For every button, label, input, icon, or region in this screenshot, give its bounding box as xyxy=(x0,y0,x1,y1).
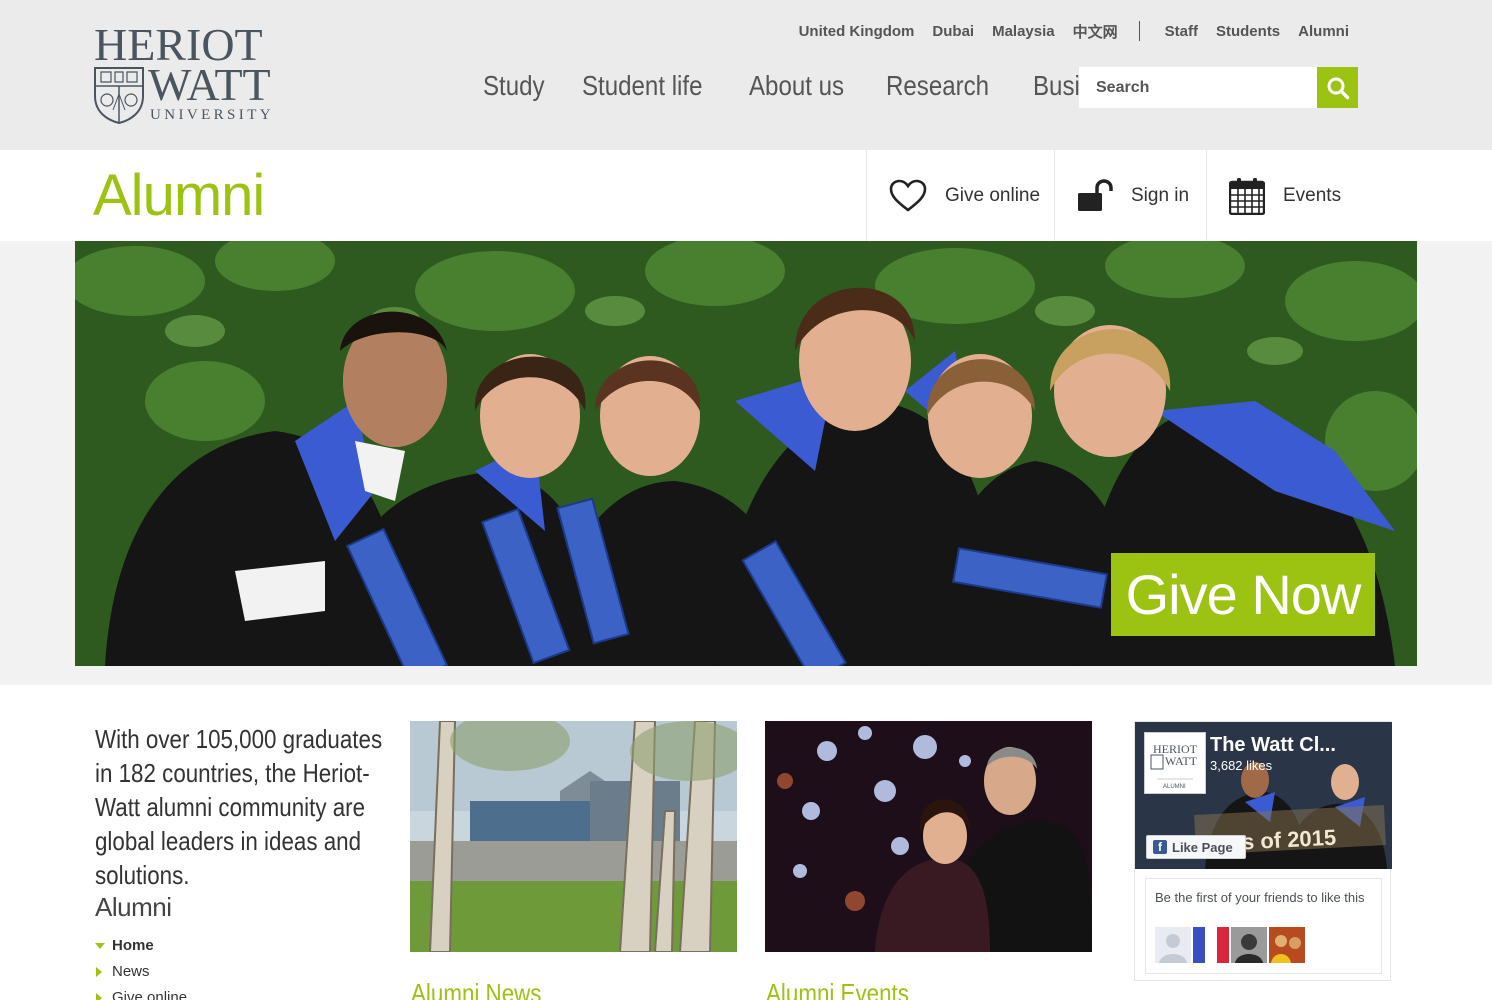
link-united-kingdom[interactable]: United Kingdom xyxy=(799,23,915,40)
facebook-cover[interactable]: Class of 2015 HERIOT WATT ALUMNI The Wat… xyxy=(1135,722,1392,869)
arrow-right-icon xyxy=(96,993,102,1000)
link-students[interactable]: Students xyxy=(1216,23,1280,40)
nav-student-life[interactable]: Student life xyxy=(582,70,702,102)
link-malaysia[interactable]: Malaysia xyxy=(992,23,1055,40)
facebook-icon: f xyxy=(1153,840,1167,854)
facebook-page-name[interactable]: The Watt Cl... xyxy=(1210,734,1336,757)
unlock-icon xyxy=(1077,178,1113,213)
nav-research[interactable]: Research xyxy=(886,70,989,102)
page-title: Alumni xyxy=(93,163,265,228)
search-box xyxy=(1079,67,1358,108)
link-alumni[interactable]: Alumni xyxy=(1298,23,1349,40)
give-online-link[interactable]: Give online xyxy=(866,150,1054,241)
search-input[interactable] xyxy=(1079,67,1317,108)
section-bar: Alumni Give online Sign in Events xyxy=(0,150,1492,241)
sidebar-item-label: Give online xyxy=(112,989,188,1000)
avatar[interactable] xyxy=(1231,927,1267,963)
heart-icon xyxy=(889,179,927,213)
svg-text:WATT: WATT xyxy=(1165,754,1198,768)
alumni-events-image[interactable] xyxy=(765,721,1092,952)
sidebar-item-label: News xyxy=(112,963,150,980)
sign-in-label: Sign in xyxy=(1131,184,1190,206)
facebook-widget: Class of 2015 HERIOT WATT ALUMNI The Wat… xyxy=(1134,721,1392,981)
sidebar-heading: Alumni xyxy=(95,892,172,922)
calendar-icon xyxy=(1229,177,1265,215)
card-title-text: Alumni Events xyxy=(766,978,909,1000)
intro-text: With over 105,000 graduates in 182 count… xyxy=(95,722,385,892)
link-dubai[interactable]: Dubai xyxy=(932,23,974,40)
crest-icon xyxy=(94,67,144,124)
sidebar-item-home[interactable]: Home xyxy=(95,935,187,961)
link-chinese-site[interactable]: 中文网 xyxy=(1073,21,1118,42)
main-nav: Study Student life About us Research Bus… xyxy=(483,70,1174,102)
sidebar-item-news[interactable]: News xyxy=(95,961,187,987)
facebook-likes-count: 3,682 likes xyxy=(1210,758,1273,773)
intro-statement: With over 105,000 graduates in 182 count… xyxy=(95,724,383,890)
like-button-label: Like Page xyxy=(1172,839,1233,855)
sign-in-link[interactable]: Sign in xyxy=(1054,150,1206,241)
logo-line-2: WATT xyxy=(148,59,271,110)
svg-text:ALUMNI: ALUMNI xyxy=(1163,784,1186,790)
alumni-news-image[interactable] xyxy=(410,721,737,952)
site-header: HERIOT WATT UNIVERSITY United Kingdom Du… xyxy=(0,0,1492,150)
facebook-page-logo[interactable]: HERIOT WATT ALUMNI xyxy=(1144,732,1206,794)
arrow-right-icon xyxy=(96,967,102,977)
logo-line-3: UNIVERSITY xyxy=(150,107,274,123)
card-title-text: Alumni News xyxy=(411,978,542,1000)
friends-text: Be the first of your friends to like thi… xyxy=(1155,890,1365,905)
expanded-arrow-icon xyxy=(95,943,105,949)
sidebar-nav: Home News Give online xyxy=(95,935,187,1000)
nav-about-us[interactable]: About us xyxy=(749,70,844,102)
search-button[interactable] xyxy=(1317,67,1358,108)
campus-photo xyxy=(410,721,737,952)
friends-avatars xyxy=(1155,927,1307,963)
facebook-like-button[interactable]: f Like Page xyxy=(1146,835,1246,859)
heriot-watt-logo[interactable]: HERIOT WATT UNIVERSITY xyxy=(92,22,292,126)
utility-divider xyxy=(1138,21,1140,41)
events-label: Events xyxy=(1283,184,1342,206)
facebook-friends-box: Be the first of your friends to like thi… xyxy=(1145,878,1382,974)
alumni-news-title[interactable]: Alumni News xyxy=(411,978,563,1000)
utility-nav: United Kingdom Dubai Malaysia 中文网 Staff … xyxy=(781,20,1349,42)
events-link[interactable]: Events xyxy=(1206,150,1366,241)
alumni-events-title[interactable]: Alumni Events xyxy=(766,978,932,1000)
search-icon xyxy=(1327,77,1349,99)
avatar[interactable] xyxy=(1155,927,1191,963)
nav-study[interactable]: Study xyxy=(483,70,545,102)
give-online-label: Give online xyxy=(945,184,1041,206)
give-now-button[interactable]: Give Now xyxy=(1111,553,1375,636)
sidebar-item-give-online[interactable]: Give online xyxy=(95,987,187,1000)
avatar[interactable] xyxy=(1269,927,1305,963)
link-staff[interactable]: Staff xyxy=(1165,23,1198,40)
avatar[interactable] xyxy=(1193,927,1229,963)
sidebar-item-label: Home xyxy=(112,937,154,954)
event-photo xyxy=(765,721,1092,952)
